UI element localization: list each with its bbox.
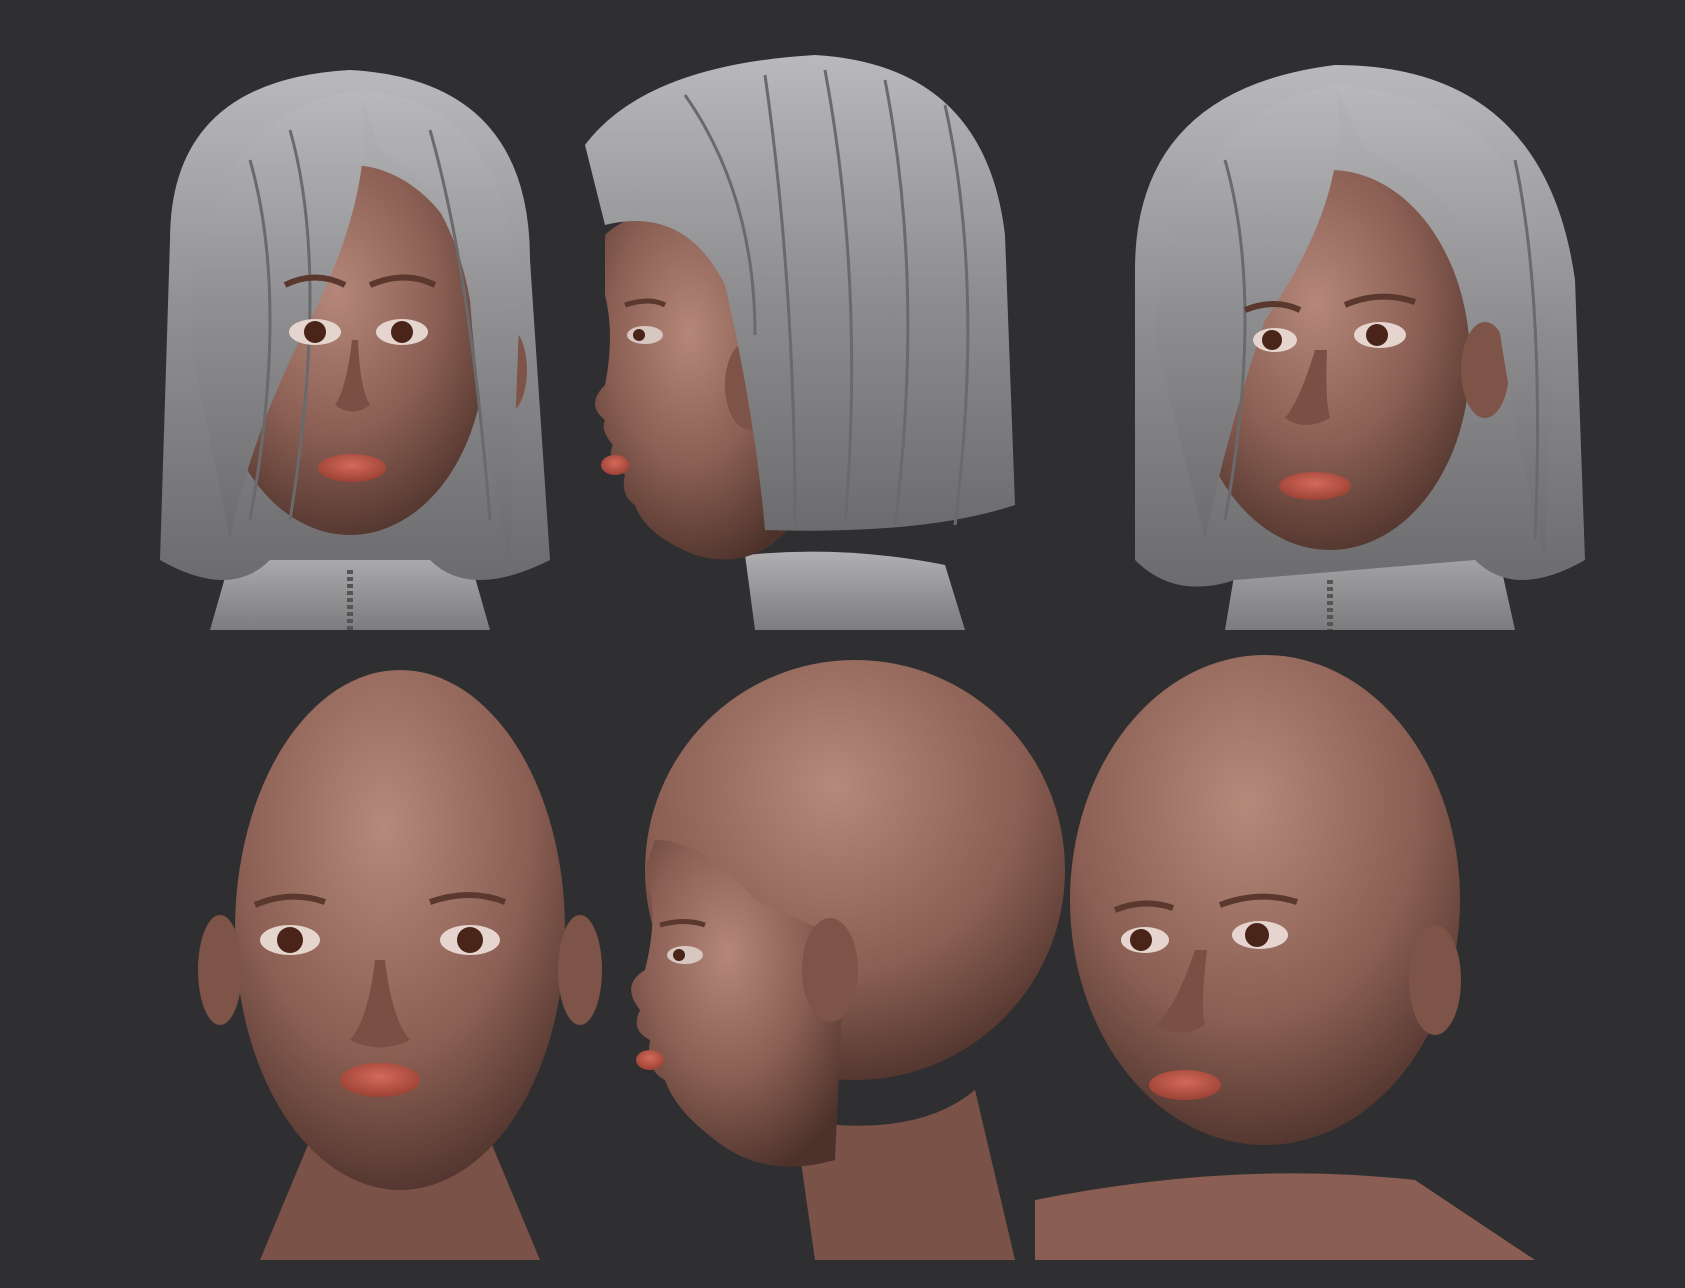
hair-front-view [130, 40, 570, 630]
bald-profile-view [615, 640, 1075, 1260]
hair-profile-view [565, 35, 1085, 630]
collar [745, 551, 965, 630]
ear [1409, 925, 1461, 1035]
lips [340, 1063, 420, 1097]
lips [1279, 472, 1351, 500]
lips [636, 1050, 664, 1070]
lips [318, 454, 386, 482]
lips [1149, 1070, 1221, 1100]
skull [1070, 655, 1460, 1145]
bald-three-quarter-view [1035, 640, 1565, 1260]
bald-front-view [180, 640, 620, 1260]
lips [601, 455, 629, 475]
sculpt-turnaround-sheet [0, 0, 1685, 1288]
hair-three-quarter-view [1115, 40, 1595, 630]
ear [802, 918, 858, 1022]
shoulder [1035, 1173, 1535, 1260]
ear-right [558, 915, 602, 1025]
ear-left [198, 915, 242, 1025]
